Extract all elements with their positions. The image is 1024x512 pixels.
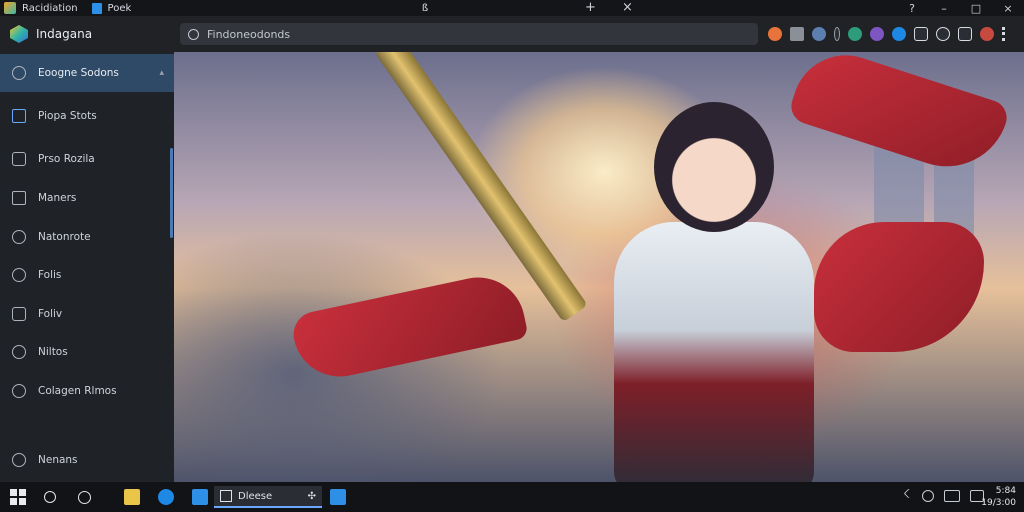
orange-ext-icon[interactable] bbox=[768, 27, 782, 41]
chevron-icon[interactable] bbox=[903, 488, 914, 499]
paint-icon[interactable] bbox=[834, 27, 840, 41]
store-icon[interactable] bbox=[330, 489, 346, 505]
chevron-up-icon[interactable]: ▴ bbox=[159, 68, 164, 78]
sidebar-item-label: Eoogne Sodons bbox=[38, 67, 119, 79]
task-view-icon[interactable] bbox=[78, 491, 91, 504]
ext-icon[interactable] bbox=[848, 27, 862, 41]
sidebar-item-foliv[interactable]: Foliv bbox=[0, 295, 174, 333]
ext-icon[interactable] bbox=[870, 27, 884, 41]
ext-icon[interactable] bbox=[812, 27, 826, 41]
browser-icon[interactable] bbox=[158, 489, 174, 505]
extension-bar bbox=[768, 26, 1006, 42]
start-button[interactable] bbox=[10, 489, 26, 505]
maximize-button[interactable]: □ bbox=[960, 2, 992, 15]
brand[interactable]: Indagana bbox=[0, 25, 174, 43]
document-icon bbox=[91, 2, 102, 14]
home-icon bbox=[12, 109, 26, 123]
battery-icon[interactable] bbox=[944, 490, 960, 502]
tab-center[interactable]: ß bbox=[325, 3, 525, 14]
sidebar-item-colagen-rlmos[interactable]: Colagen Rlmos bbox=[0, 372, 174, 410]
search-box[interactable]: Findoneodonds bbox=[180, 23, 758, 45]
sidebar-item-label: Maners bbox=[38, 192, 77, 204]
window-title: Racidiation bbox=[22, 2, 78, 14]
clock-icon bbox=[12, 453, 26, 467]
hero-artwork bbox=[174, 52, 1024, 482]
sidebar-item-piopa-stots[interactable]: Piopa Stots bbox=[0, 97, 174, 135]
more-icon[interactable] bbox=[1002, 27, 1006, 41]
scarf-shape bbox=[814, 222, 984, 352]
character-head bbox=[654, 102, 774, 232]
sidebar-item-eoogne-sodons[interactable]: Eoogne Sodons ▴ bbox=[0, 54, 174, 92]
add-tab-button[interactable]: + bbox=[585, 0, 596, 16]
sidebar-item-label: Folis bbox=[38, 269, 62, 281]
search-icon bbox=[188, 28, 199, 40]
ext-icon[interactable] bbox=[914, 27, 928, 41]
taskbar-app-button[interactable]: Dleese ✣ bbox=[214, 486, 322, 508]
close-window-button[interactable]: × bbox=[992, 2, 1024, 15]
gear-icon bbox=[12, 384, 26, 398]
window-icon bbox=[12, 191, 26, 205]
sidebar-item-label: Foliv bbox=[38, 308, 63, 320]
sidebar-item-nenans[interactable]: Nenans bbox=[0, 441, 174, 479]
clock-time: 5:84 bbox=[995, 486, 1016, 496]
taskbar-app-label: Dleese bbox=[238, 490, 273, 502]
document-icon bbox=[220, 490, 232, 502]
taskbar: Dleese ✣ 5:84 19/3:00 bbox=[0, 482, 1024, 512]
network-icon[interactable] bbox=[922, 490, 934, 502]
app-icon[interactable] bbox=[192, 489, 208, 505]
document-tab-label[interactable]: Poek bbox=[108, 3, 132, 14]
leaf-icon bbox=[12, 230, 26, 244]
sidebar-item-label: Prso Rozila bbox=[38, 153, 95, 165]
sidebar: Eoogne Sodons ▴ Piopa Stots Prso Rozila … bbox=[0, 52, 174, 482]
avatar[interactable] bbox=[980, 27, 994, 41]
sidebar-item-label: Colagen Rlmos bbox=[38, 385, 117, 397]
tab-center-label: ß bbox=[421, 2, 429, 14]
ext-icon[interactable] bbox=[892, 27, 906, 41]
sidebar-item-label: Piopa Stots bbox=[38, 110, 97, 122]
sidebar-item-natonrote[interactable]: Natonrote bbox=[0, 218, 174, 256]
close-tab-button[interactable]: × bbox=[622, 0, 633, 16]
user-icon bbox=[12, 268, 26, 282]
sidebar-item-maners[interactable]: Maners bbox=[0, 179, 174, 217]
sidebar-item-label: Natonrote bbox=[38, 231, 91, 243]
sidebar-item-prso-rozila[interactable]: Prso Rozila bbox=[0, 140, 174, 178]
ext-icon[interactable] bbox=[958, 27, 972, 41]
character-body bbox=[614, 222, 814, 482]
puzzle-icon[interactable] bbox=[790, 27, 804, 41]
brand-logo-icon bbox=[10, 25, 28, 43]
title-bar: Racidiation Poek ß + × ? – □ × bbox=[0, 0, 1024, 16]
help-button[interactable]: ? bbox=[896, 2, 928, 15]
clock-icon bbox=[12, 66, 26, 80]
sidebar-item-label: Niltos bbox=[38, 346, 68, 358]
x-circle-icon bbox=[12, 345, 26, 359]
search-icon[interactable] bbox=[44, 491, 56, 503]
system-tray bbox=[903, 488, 984, 502]
minimize-button[interactable]: – bbox=[928, 2, 960, 15]
brand-name: Indagana bbox=[36, 27, 93, 41]
search-input[interactable]: Findoneodonds bbox=[207, 28, 290, 41]
ext-icon[interactable] bbox=[936, 27, 950, 41]
clock-date: 19/3:00 bbox=[981, 498, 1016, 508]
top-bar: Indagana Findoneodonds bbox=[0, 16, 1024, 52]
pound-icon bbox=[12, 307, 26, 321]
tag-icon bbox=[12, 152, 26, 166]
clock[interactable]: 5:84 19/3:00 bbox=[981, 485, 1016, 509]
sidebar-scrollbar[interactable] bbox=[170, 148, 173, 238]
scarf-shape bbox=[289, 268, 529, 386]
folder-icon[interactable] bbox=[124, 489, 140, 505]
sidebar-item-label: Nenans bbox=[38, 454, 78, 466]
sidebar-item-folis[interactable]: Folis bbox=[0, 256, 174, 294]
sidebar-item-niltos[interactable]: Niltos bbox=[0, 333, 174, 371]
app-icon bbox=[4, 2, 16, 14]
pin-icon: ✣ bbox=[307, 490, 316, 502]
